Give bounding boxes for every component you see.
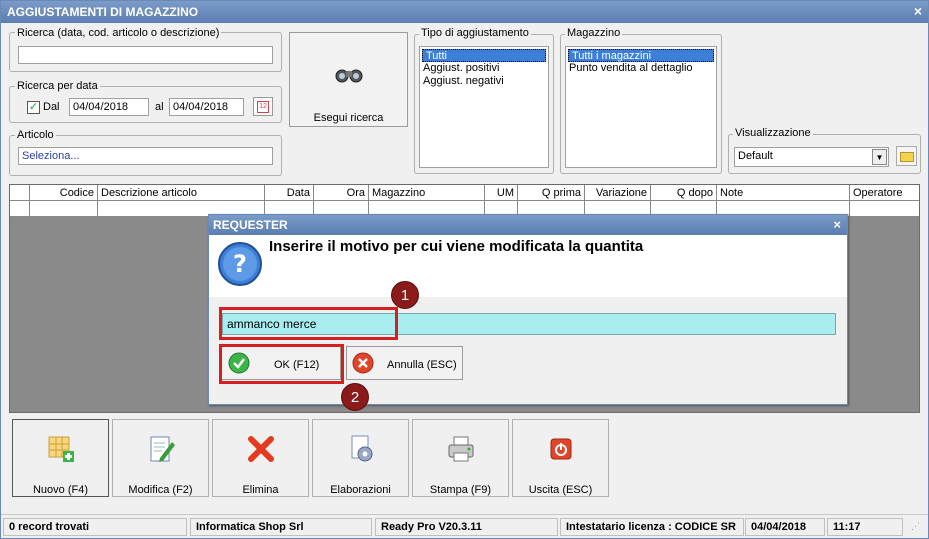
svg-text:?: ? — [233, 250, 247, 278]
delete-button[interactable]: Elimina — [212, 419, 309, 497]
row-cell — [850, 201, 919, 217]
col-q-dopo[interactable]: Q dopo — [651, 185, 717, 201]
row-cell — [10, 201, 30, 217]
print-button-label: Stampa (F9) — [429, 484, 492, 496]
close-icon[interactable]: × — [914, 3, 922, 19]
warehouse-label: Magazzino — [565, 27, 623, 39]
status-company: Informatica Shop Srl — [190, 518, 372, 536]
window-title: AGGIUSTAMENTI DI MAGAZZINO — [7, 5, 199, 19]
folder-icon[interactable] — [896, 146, 917, 166]
status-license: Intestatario licenza : CODICE SR — [560, 518, 744, 536]
action-toolbar: Nuovo (F4) Modifica (F2) Elimina Elabora… — [9, 417, 920, 499]
delete-button-label: Elimina — [242, 484, 279, 496]
exit-button-label: Uscita (ESC) — [528, 484, 593, 496]
binoculars-icon — [335, 69, 363, 83]
col-descrizione[interactable]: Descrizione articolo — [98, 185, 265, 201]
cancel-icon — [352, 352, 374, 374]
status-date: 04/04/2018 — [745, 518, 825, 536]
status-records: 0 record trovati — [3, 518, 187, 536]
delete-x-icon — [248, 436, 274, 462]
col-codice[interactable]: Codice — [30, 185, 98, 201]
dal-checkbox[interactable]: ✓ — [27, 101, 40, 114]
edit-document-icon — [150, 436, 175, 462]
row-cell — [30, 201, 98, 217]
header-blank — [10, 185, 30, 201]
date-from-input[interactable]: 04/04/2018 — [69, 98, 149, 116]
col-q-prima[interactable]: Q prima — [518, 185, 585, 201]
resize-grip-icon[interactable]: ⋰ — [911, 521, 920, 532]
power-icon — [550, 438, 572, 460]
col-um[interactable]: UM — [485, 185, 518, 201]
list-item[interactable]: Aggiust. negativi — [420, 75, 548, 88]
dialog-header: ? Inserire il motivo per cui viene modif… — [209, 235, 847, 297]
list-item[interactable]: Punto vendita al dettaglio — [566, 62, 716, 75]
dialog-title: REQUESTER — [213, 218, 288, 232]
search-input[interactable] — [18, 46, 273, 64]
new-button-label: Nuovo (F4) — [32, 484, 89, 496]
annotation-box-input — [219, 307, 398, 340]
calendar-icon[interactable]: 12 — [253, 97, 273, 116]
annotation-badge-1: 1 — [391, 281, 419, 309]
list-item[interactable]: Tutti — [422, 49, 546, 62]
al-label: al — [155, 101, 164, 113]
view-label: Visualizzazione — [733, 127, 813, 139]
dialog-message: Inserire il motivo per cui viene modific… — [269, 238, 644, 255]
annotation-badge-2: 2 — [341, 383, 369, 411]
process-gear-icon — [351, 435, 373, 462]
article-label: Articolo — [15, 129, 56, 141]
edit-button-label: Modifica (F2) — [128, 484, 193, 496]
new-grid-icon — [48, 436, 74, 462]
cancel-button[interactable]: Annulla (ESC) — [346, 346, 463, 380]
annotation-box-ok — [219, 344, 344, 384]
dialog-close-icon[interactable]: × — [833, 217, 841, 232]
chevron-down-icon[interactable]: ▼ — [872, 149, 887, 165]
col-data[interactable]: Data — [265, 185, 314, 201]
list-item[interactable]: Aggiust. positivi — [420, 62, 548, 75]
article-selector[interactable]: Seleziona... — [18, 147, 273, 165]
date-group-label: Ricerca per data — [15, 80, 100, 92]
new-button[interactable]: Nuovo (F4) — [12, 419, 109, 497]
window-titlebar: AGGIUSTAMENTI DI MAGAZZINO × — [1, 1, 928, 23]
search-label: Ricerca (data, cod. articolo o descrizio… — [15, 27, 222, 39]
col-note[interactable]: Note — [717, 185, 850, 201]
exit-button[interactable]: Uscita (ESC) — [512, 419, 609, 497]
cancel-button-label: Annulla (ESC) — [387, 359, 457, 371]
col-ora[interactable]: Ora — [314, 185, 369, 201]
view-select-value: Default — [738, 150, 773, 162]
run-search-label: Esegui ricerca — [313, 112, 384, 124]
adjustment-type-label: Tipo di aggiustamento — [419, 27, 531, 39]
adjustment-type-list[interactable]: Tutti Aggiust. positivi Aggiust. negativ… — [419, 46, 549, 168]
process-button-label: Elaborazioni — [330, 484, 391, 496]
printer-icon — [448, 436, 474, 462]
date-to-input[interactable]: 04/04/2018 — [169, 98, 244, 116]
run-search-button[interactable]: Esegui ricerca — [289, 32, 408, 127]
dialog-titlebar: REQUESTER × — [209, 215, 847, 235]
dal-label: Dal — [43, 101, 60, 113]
status-time: 11:17 — [827, 518, 903, 536]
warehouse-list[interactable]: Tutti i magazzini Punto vendita al detta… — [565, 46, 717, 168]
status-bar: 0 record trovati Informatica Shop Srl Re… — [1, 514, 928, 538]
col-operatore[interactable]: Operatore — [850, 185, 919, 201]
view-select[interactable]: Default ▼ — [734, 147, 889, 167]
edit-button[interactable]: Modifica (F2) — [112, 419, 209, 497]
col-magazzino[interactable]: Magazzino — [369, 185, 485, 201]
question-icon: ? — [218, 242, 262, 286]
col-variazione[interactable]: Variazione — [585, 185, 651, 201]
list-item[interactable]: Tutti i magazzini — [568, 49, 714, 62]
process-button[interactable]: Elaborazioni — [312, 419, 409, 497]
status-version: Ready Pro V20.3.11 — [375, 518, 558, 536]
print-button[interactable]: Stampa (F9) — [412, 419, 509, 497]
table-header: Codice Descrizione articolo Data Ora Mag… — [10, 185, 919, 201]
